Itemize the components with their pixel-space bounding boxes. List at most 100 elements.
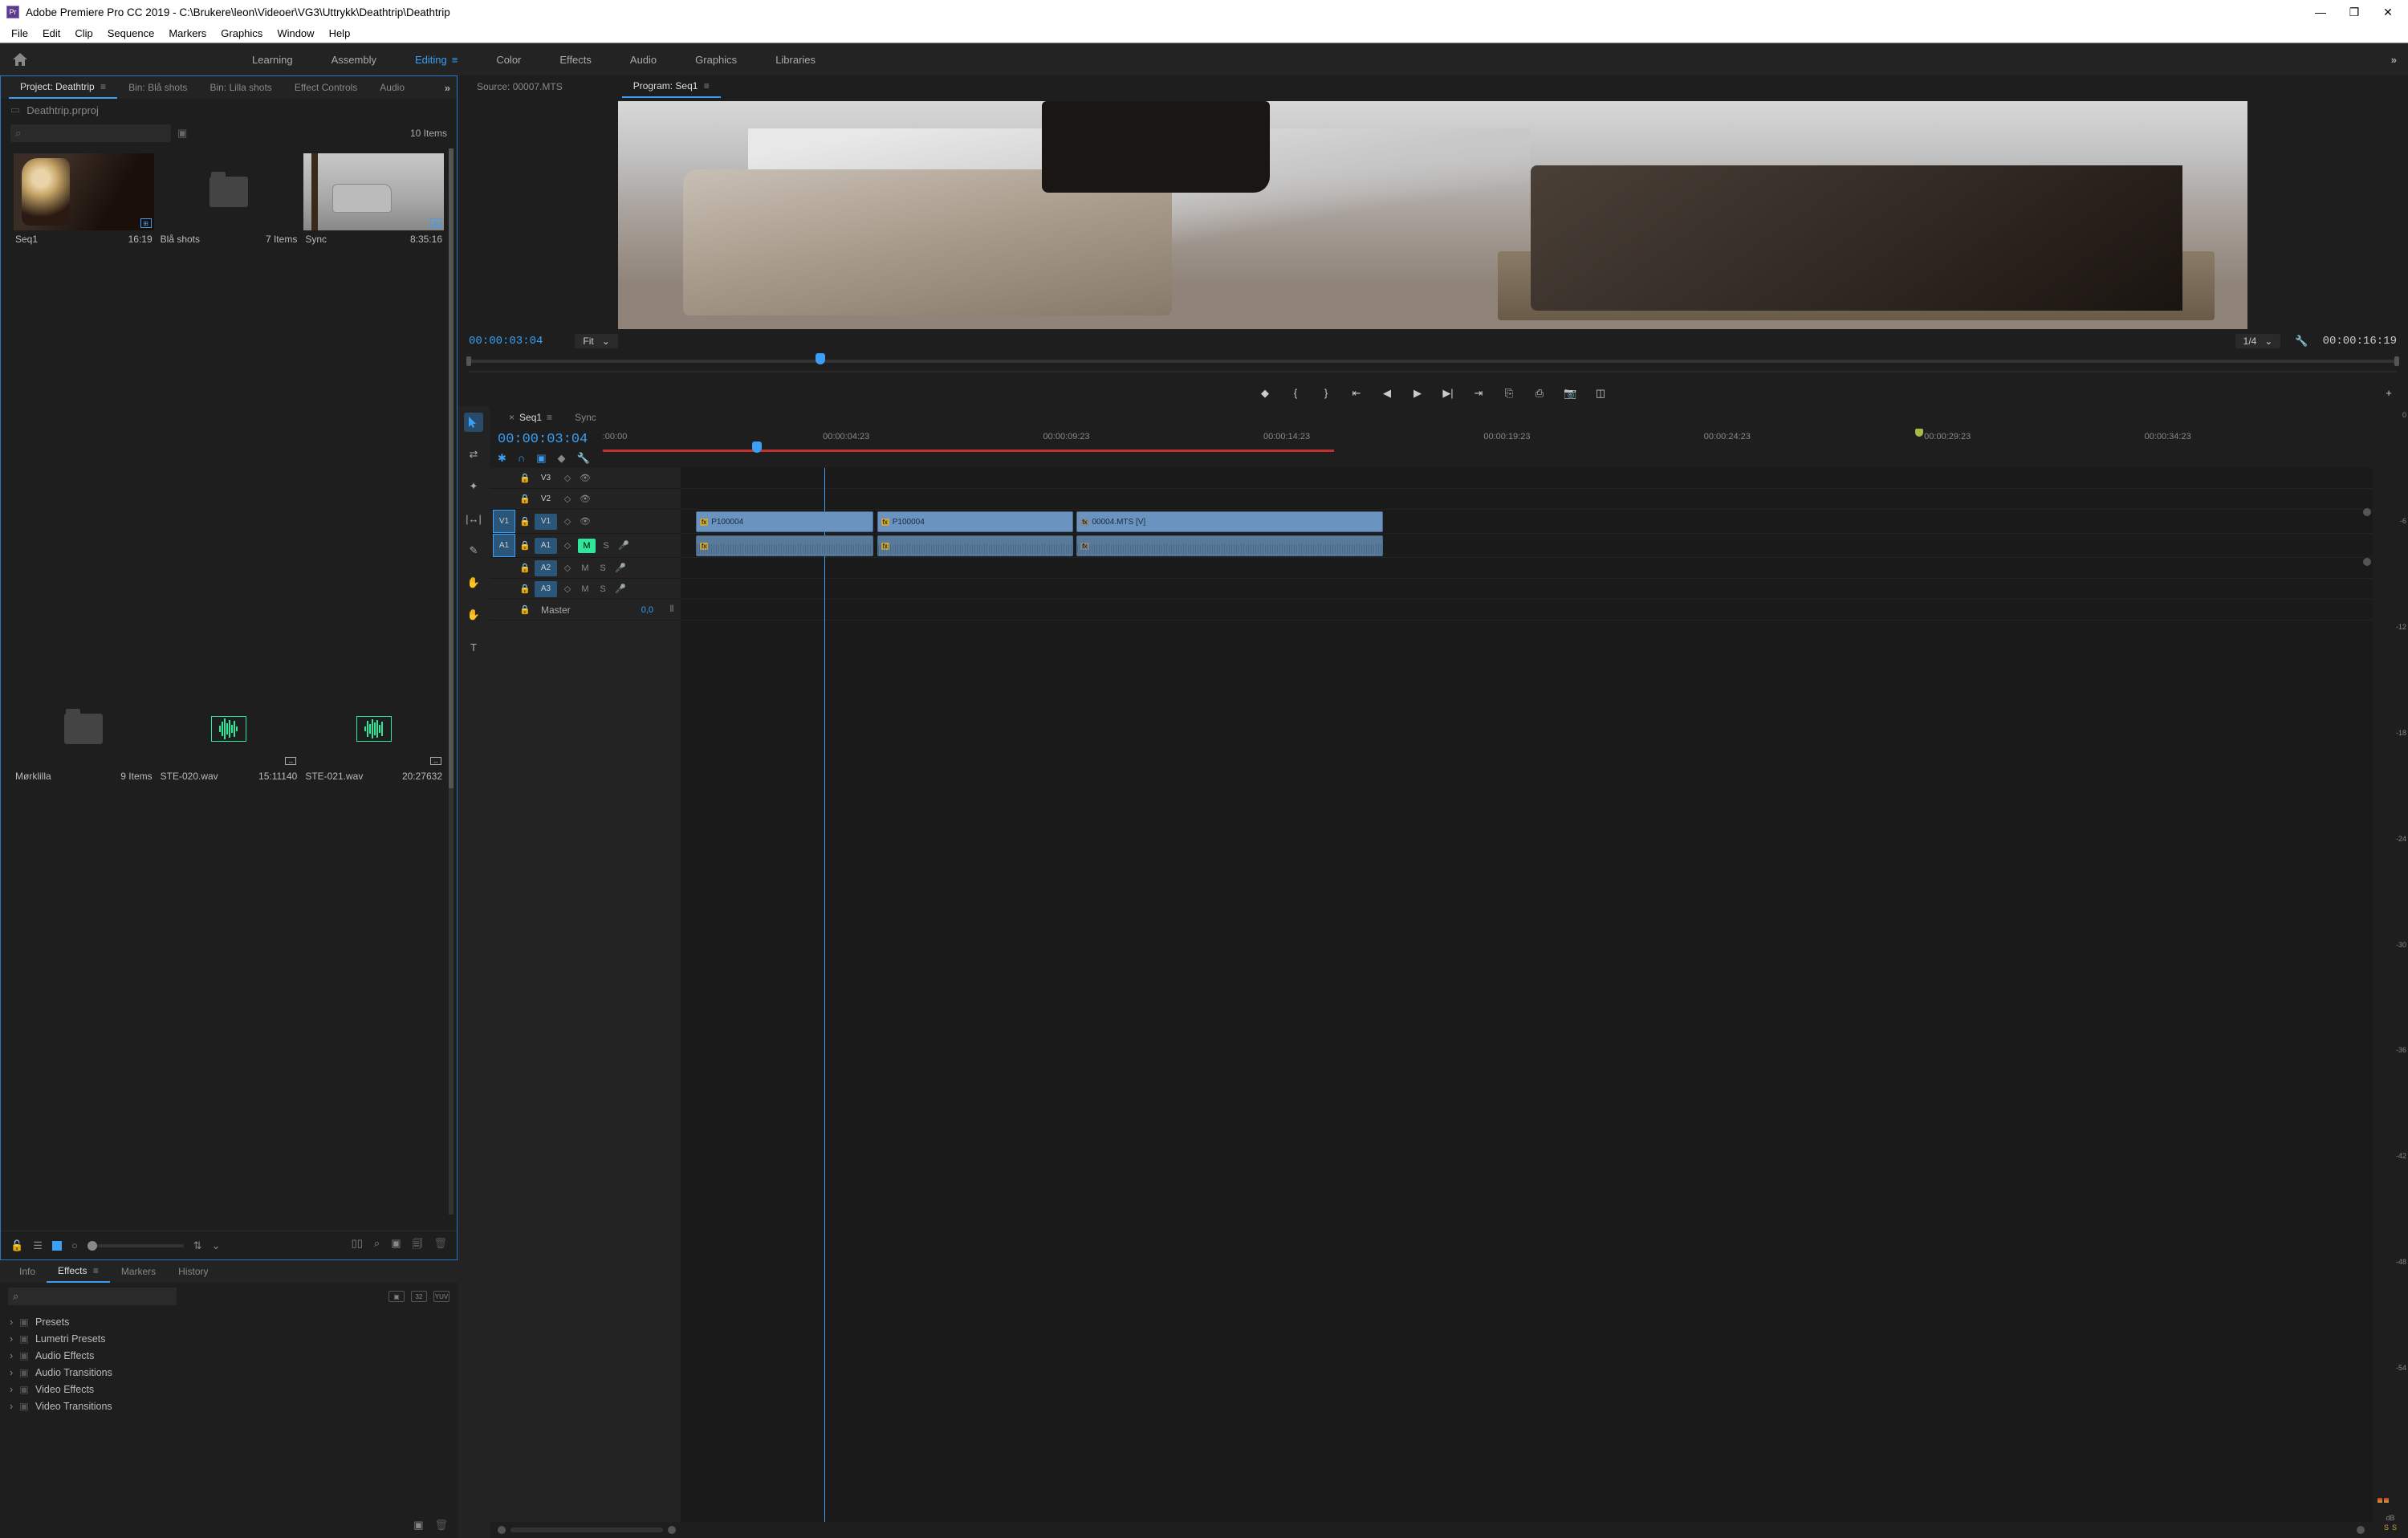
project-tabs-overflow-icon[interactable]: » xyxy=(445,82,449,94)
mute-button[interactable]: M xyxy=(578,539,596,553)
bin-item-ste020[interactable]: ↔ STE-020.wav15:11140 xyxy=(159,690,299,1223)
mark-out-button[interactable]: } xyxy=(1320,387,1332,400)
voice-over-icon[interactable]: 🎤 xyxy=(612,584,629,594)
lane-v2[interactable] xyxy=(681,489,2373,510)
tab-history[interactable]: History xyxy=(167,1260,219,1283)
lock-icon[interactable]: 🔒 xyxy=(515,473,535,483)
track-scroll-thumb-top[interactable] xyxy=(2363,508,2371,516)
menu-edit[interactable]: Edit xyxy=(36,26,67,41)
master-meter-icon[interactable]: ⫴ xyxy=(663,604,681,615)
mark-in-button[interactable]: { xyxy=(1289,387,1302,400)
settings-wrench-icon[interactable]: 🔧 xyxy=(2295,335,2308,348)
button-editor-add-icon[interactable]: + xyxy=(2382,387,2395,399)
lock-icon[interactable]: 🔒 xyxy=(515,516,535,527)
thumbnail-size-slider[interactable] xyxy=(87,1244,184,1247)
bin-scrollbar[interactable] xyxy=(449,149,454,1215)
meter-solo-right[interactable]: S xyxy=(2392,1524,2397,1532)
track-header-master[interactable]: 🔒Master0,0⫴ xyxy=(490,600,681,620)
bin-item-sync[interactable]: ⊞ Sync8:35:16 xyxy=(303,153,444,686)
voice-over-icon[interactable]: 🎤 xyxy=(615,540,633,551)
menu-sequence[interactable]: Sequence xyxy=(101,26,161,41)
delete-custom-item-icon[interactable]: 🗑 xyxy=(434,1519,448,1532)
yuv-fx-badge-icon[interactable]: YUV xyxy=(433,1291,449,1302)
program-monitor-display[interactable] xyxy=(618,101,2247,329)
source-patch-a1[interactable]: A1 xyxy=(493,534,515,557)
icon-view-icon[interactable] xyxy=(52,1241,62,1251)
tab-project[interactable]: Project: Deathtrip ≡ xyxy=(9,76,117,99)
timeline-ruler[interactable]: :00:0000:00:04:2300:00:09:2300:00:14:230… xyxy=(603,432,2365,456)
timeline-clip[interactable]: fx xyxy=(696,535,873,556)
tab-effects-menu-icon[interactable]: ≡ xyxy=(90,1265,98,1276)
timeline-tab-menu-icon[interactable]: ≡ xyxy=(547,412,552,423)
new-bin-icon[interactable]: ▣ xyxy=(391,1237,401,1255)
solo-button[interactable]: S xyxy=(594,584,612,594)
window-minimize-button[interactable]: — xyxy=(2313,5,2328,19)
program-scrubber[interactable] xyxy=(458,353,2408,380)
tab-effects[interactable]: Effects ≡ xyxy=(47,1260,110,1283)
track-header-v1[interactable]: V1🔒V1◇👁 xyxy=(490,510,681,534)
tab-audio[interactable]: Audio xyxy=(368,76,416,99)
bin-item-bla-shots[interactable]: Blå shots7 Items xyxy=(159,153,299,686)
meter-solo-left[interactable]: S xyxy=(2384,1524,2389,1532)
lock-icon[interactable]: 🔒 xyxy=(515,540,535,551)
delete-icon[interactable]: 🗑 xyxy=(433,1237,447,1255)
effects-search-input[interactable]: ⌕ xyxy=(8,1288,177,1305)
go-to-in-button[interactable]: ⇤ xyxy=(1350,387,1363,400)
timeline-tab-seq1[interactable]: ×Seq1≡ xyxy=(498,406,563,429)
clip-fx-badge-icon[interactable]: fx xyxy=(881,519,889,526)
tree-row-lumetri[interactable]: ›▣Lumetri Presets xyxy=(8,1330,449,1347)
menu-graphics[interactable]: Graphics xyxy=(214,26,269,41)
program-timecode[interactable]: 00:00:03:04 xyxy=(469,335,543,348)
tab-bin-bla[interactable]: Bin: Blå shots xyxy=(117,76,198,99)
new-item-icon[interactable]: 🗐 xyxy=(412,1237,422,1255)
workspace-overflow-icon[interactable]: » xyxy=(2391,54,2395,66)
toggle-track-output-icon[interactable]: 👁 xyxy=(576,494,594,504)
tree-row-presets[interactable]: ›▣Presets xyxy=(8,1313,449,1330)
tab-markers[interactable]: Markers xyxy=(110,1260,167,1283)
track-header-v2[interactable]: 🔒V2◇👁 xyxy=(490,489,681,510)
toggle-track-output-icon[interactable]: 👁 xyxy=(576,473,594,483)
timeline-clip[interactable]: fx xyxy=(1076,535,1383,556)
clip-fx-badge-icon[interactable]: fx xyxy=(1080,519,1088,526)
lock-icon[interactable]: 🔒 xyxy=(515,494,535,504)
bin-item-morklilla[interactable]: Mørklilla9 Items xyxy=(14,690,154,1223)
playback-resolution-dropdown[interactable]: 1/4⌄ xyxy=(2235,334,2281,348)
workspace-libraries[interactable]: Libraries xyxy=(775,54,816,66)
track-target-v3[interactable]: V3 xyxy=(535,470,557,486)
timeline-playhead[interactable] xyxy=(752,441,762,453)
project-search-input[interactable]: ⌕ xyxy=(10,124,171,142)
track-target-v2[interactable]: V2 xyxy=(535,491,557,507)
tab-bin-lilla[interactable]: Bin: Lilla shots xyxy=(198,76,283,99)
tree-row-video-transitions[interactable]: ›▣Video Transitions xyxy=(8,1398,449,1414)
extract-button[interactable]: ⎙ xyxy=(1533,387,1546,400)
accelerated-fx-badge-icon[interactable]: ▣ xyxy=(388,1291,405,1302)
sync-lock-icon[interactable]: ◇ xyxy=(559,494,576,504)
workspace-editing[interactable]: Editing≡ xyxy=(415,54,458,66)
tab-source-monitor[interactable]: Source: 00007.MTS xyxy=(466,75,574,98)
home-icon[interactable] xyxy=(13,53,27,66)
track-header-a3[interactable]: 🔒A3◇MS🎤 xyxy=(490,579,681,600)
track-header-v3[interactable]: 🔒V3◇👁 xyxy=(490,468,681,489)
menu-file[interactable]: File xyxy=(5,26,35,41)
sync-lock-icon[interactable]: ◇ xyxy=(559,563,576,573)
find-icon[interactable]: ⌕ xyxy=(374,1237,380,1255)
source-patch-v1[interactable]: V1 xyxy=(493,510,515,533)
timeline-clip[interactable]: fx xyxy=(877,535,1074,556)
track-select-tool[interactable]: ⇄ xyxy=(464,445,483,464)
tab-effect-controls[interactable]: Effect Controls xyxy=(283,76,368,99)
workspace-learning[interactable]: Learning xyxy=(252,54,293,66)
track-target-a1[interactable]: A1 xyxy=(535,538,557,554)
timeline-marker[interactable] xyxy=(1915,429,1923,437)
menu-markers[interactable]: Markers xyxy=(162,26,213,41)
menu-help[interactable]: Help xyxy=(323,26,357,41)
type-tool[interactable]: T xyxy=(464,637,483,657)
timeline-timecode[interactable]: 00:00:03:04 xyxy=(498,432,590,447)
track-target-v1[interactable]: V1 xyxy=(535,514,557,530)
add-marker-button[interactable]: ◆ xyxy=(1259,387,1271,400)
mute-button[interactable]: M xyxy=(576,564,594,573)
play-button[interactable]: ▶ xyxy=(1411,387,1424,400)
master-track-value[interactable]: 0,0 xyxy=(641,605,653,615)
solo-button[interactable]: S xyxy=(597,541,615,551)
32bit-fx-badge-icon[interactable]: 32 xyxy=(411,1291,427,1302)
new-custom-bin-icon[interactable]: ▣ xyxy=(413,1519,423,1532)
